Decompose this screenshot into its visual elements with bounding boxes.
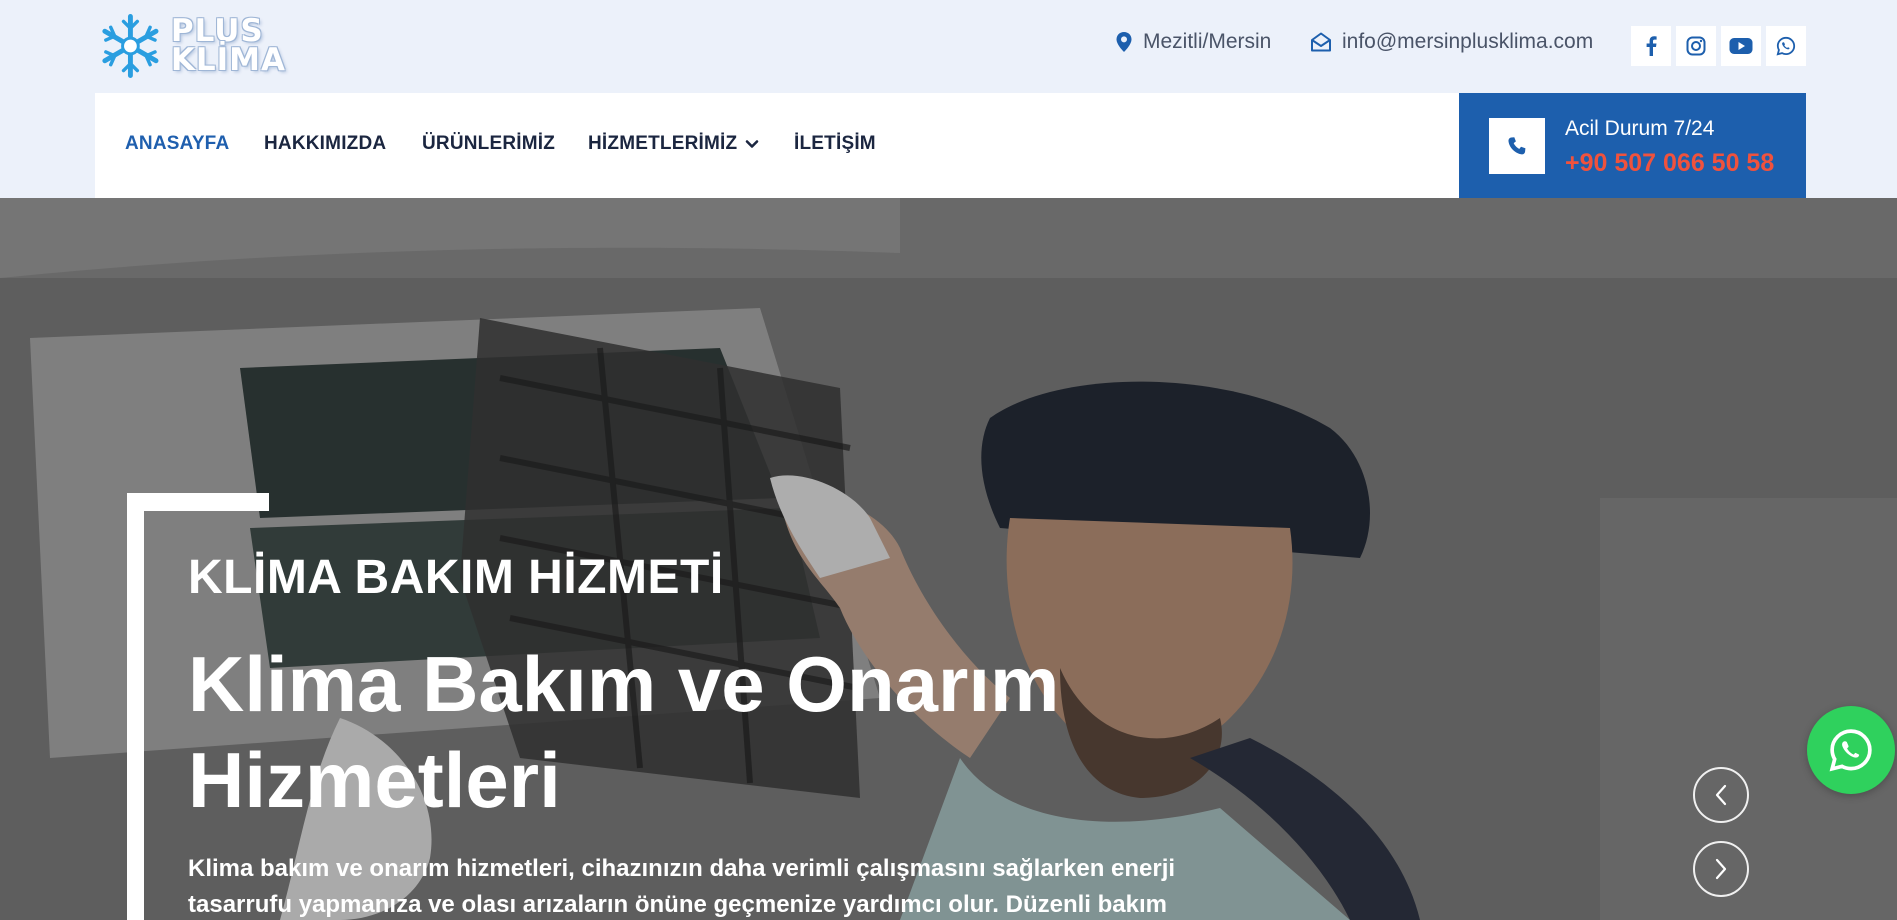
emergency-contact-box[interactable]: Acil Durum 7/24 +90 507 066 50 58 xyxy=(1459,93,1806,198)
chevron-right-icon xyxy=(1715,858,1727,880)
nav-item-anasayfa[interactable]: ANASAYFA xyxy=(125,133,229,155)
nav-item-hizmetlerimiz[interactable]: HİZMETLERİMİZ xyxy=(588,133,759,155)
nav-item-hakkimizda[interactable]: HAKKIMIZDA xyxy=(264,133,386,155)
nav-item-iletisim[interactable]: İLETİŞİM xyxy=(794,133,876,155)
instagram-link[interactable] xyxy=(1676,26,1716,66)
whatsapp-icon xyxy=(1776,36,1796,56)
facebook-icon xyxy=(1646,36,1657,56)
snowflake-logo-icon xyxy=(102,14,159,78)
emergency-label: Acil Durum 7/24 xyxy=(1565,117,1715,140)
hero-description: Klima bakım ve onarım hizmetleri, cihazı… xyxy=(188,855,1176,918)
whatsapp-icon xyxy=(1829,729,1872,772)
envelope-open-icon xyxy=(1311,32,1331,52)
phone-icon-box xyxy=(1489,118,1545,174)
youtube-icon xyxy=(1729,38,1753,54)
slider-next-button[interactable] xyxy=(1693,841,1749,897)
nav-item-urunlerimiz[interactable]: ÜRÜNLERİMİZ xyxy=(422,133,555,155)
hero-title-line-2: Hizmetleri xyxy=(188,736,561,824)
chevron-left-icon xyxy=(1715,784,1727,806)
whatsapp-link[interactable] xyxy=(1766,26,1806,66)
logo-line-2: KLİMA xyxy=(170,42,286,78)
contact-email[interactable]: info@mersinplusklima.com xyxy=(1310,30,1593,54)
contact-location: Mezitli/Mersin xyxy=(1115,30,1271,54)
slider-prev-button[interactable] xyxy=(1693,767,1749,823)
youtube-link[interactable] xyxy=(1721,26,1761,66)
emergency-phone[interactable]: +90 507 066 50 58 xyxy=(1565,149,1774,178)
top-bar: PLUS KLİMA Mezitli/Mersin info@mersinplu… xyxy=(0,0,1897,93)
instagram-icon xyxy=(1686,36,1706,56)
main-navigation: ANASAYFA HAKKIMIZDA ÜRÜNLERİMİZ HİZMETLE… xyxy=(95,93,1459,198)
hero-title-line-1: Klima Bakım ve Onarım xyxy=(188,640,1060,728)
decorative-frame-horizontal xyxy=(127,493,269,511)
logo-text: PLUS KLİMA xyxy=(170,15,286,78)
decorative-frame-vertical xyxy=(127,493,144,920)
nav-item-hizmetlerimiz-label: HİZMETLERİMİZ xyxy=(588,133,738,154)
hero-slider: KLİMA BAKIM HİZMETİ Klima Bakım ve Onarı… xyxy=(0,198,1897,920)
hero-subtitle: KLİMA BAKIM HİZMETİ xyxy=(188,551,724,604)
facebook-link[interactable] xyxy=(1631,26,1671,66)
phone-icon xyxy=(1508,137,1526,155)
email-link[interactable]: info@mersinplusklima.com xyxy=(1342,30,1593,54)
site-logo[interactable]: PLUS KLİMA xyxy=(96,10,286,82)
whatsapp-float-button[interactable] xyxy=(1807,706,1895,794)
map-pin-icon xyxy=(1116,32,1132,52)
hero-title: Klima Bakım ve Onarım Hizmetleri xyxy=(188,636,1088,828)
chevron-down-icon xyxy=(746,140,759,148)
location-text: Mezitli/Mersin xyxy=(1143,30,1272,53)
